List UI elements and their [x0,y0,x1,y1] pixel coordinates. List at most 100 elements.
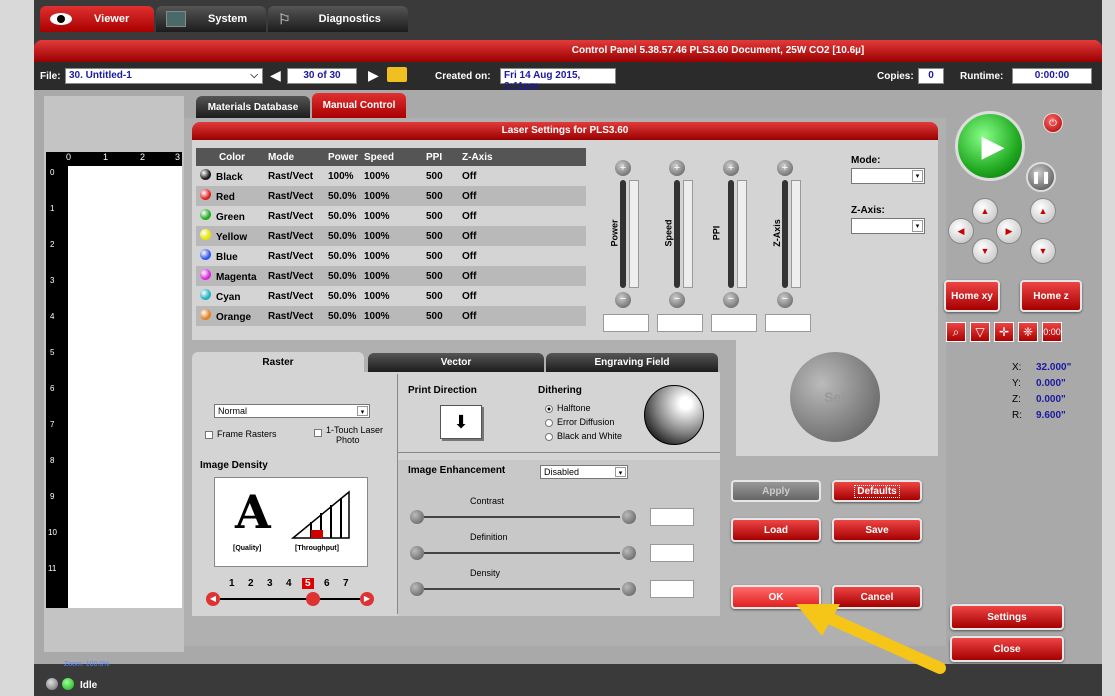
slider-max-knob[interactable] [622,582,636,596]
vertical-slider-track[interactable] [620,180,626,288]
set-button[interactable]: Set [790,352,880,442]
density-number[interactable]: 7 [340,578,352,589]
settings-button[interactable]: Settings [950,604,1064,630]
density-number[interactable]: 5 [302,578,314,589]
density-number[interactable]: 3 [264,578,276,589]
density-number[interactable]: 2 [245,578,257,589]
table-row[interactable]: Magenta Rast/Vect 50.0% 100% 500 Off [196,266,586,286]
enhancement-value-box[interactable] [650,508,694,526]
tab-viewer[interactable]: Viewer [40,6,154,32]
tab-vector[interactable]: Vector [368,353,544,372]
minus-icon[interactable]: − [723,292,739,308]
slider-value-box[interactable] [657,314,703,332]
zaxis-select[interactable]: ▾ [851,218,925,234]
enhancement-slider-track[interactable] [424,552,620,554]
table-row[interactable]: Cyan Rast/Vect 50.0% 100% 500 Off [196,286,586,306]
enhancement-value-box[interactable] [650,544,694,562]
tab-manual-control[interactable]: Manual Control [312,93,406,118]
open-folder-icon[interactable] [387,67,407,82]
density-number[interactable]: 4 [283,578,295,589]
slider-value-box[interactable] [603,314,649,332]
enhancement-slider-track[interactable] [424,516,620,518]
vertical-slider-track[interactable] [674,180,680,288]
move-icon[interactable]: ✛ [994,322,1014,342]
right-arrow-icon[interactable]: ▶ [360,592,374,606]
color-swatch-icon [200,229,211,240]
slider-min-knob[interactable] [410,582,424,596]
load-button[interactable]: Load [731,518,821,542]
slider-max-knob[interactable] [622,510,636,524]
table-row[interactable]: Red Rast/Vect 50.0% 100% 500 Off [196,186,586,206]
plus-icon[interactable]: + [615,160,631,176]
power-button[interactable]: ⏻ [1043,113,1063,133]
pattern-icon[interactable]: ❈ [1018,322,1038,342]
play-button[interactable]: ▶ [955,111,1025,181]
enhancement-select[interactable]: Disabled ▾ [540,465,628,479]
table-row[interactable]: Green Rast/Vect 50.0% 100% 500 Off [196,206,586,226]
nav-left-button[interactable]: ◀ [948,218,974,244]
tab-raster[interactable]: Raster [192,352,364,372]
density-number[interactable]: 6 [321,578,333,589]
shield-icon[interactable]: ▽ [970,322,990,342]
copies-field[interactable]: 0 [918,68,944,84]
density-number[interactable]: 1 [226,578,238,589]
next-page-icon[interactable]: ▶ [368,67,379,84]
apply-button[interactable]: Apply [731,480,821,502]
table-cell-z: Off [462,170,477,182]
prev-page-icon[interactable]: ◀ [270,67,281,84]
slider-max-knob[interactable] [622,546,636,560]
dither-option-bw[interactable]: Black and White [545,431,622,441]
tab-materials-database[interactable]: Materials Database [196,96,310,118]
z-up-button[interactable]: ▲ [1030,198,1056,224]
slider-value-box[interactable] [711,314,757,332]
plus-icon[interactable]: + [777,160,793,176]
minus-icon[interactable]: − [777,292,793,308]
plus-icon[interactable]: + [669,160,685,176]
tab-engraving-field[interactable]: Engraving Field [546,353,718,372]
close-button[interactable]: Close [950,636,1064,662]
home-xy-button[interactable]: Home xy [944,280,1000,312]
print-canvas[interactable] [68,166,182,608]
dither-option-halftone[interactable]: Halftone [545,403,591,413]
enhancement-value-box[interactable] [650,580,694,598]
tab-diagnostics[interactable]: ⚐ Diagnostics [268,6,408,32]
defaults-button[interactable]: Defaults [832,480,922,502]
raster-mode-select[interactable]: Normal ▾ [214,404,370,418]
table-row[interactable]: Black Rast/Vect 100% 100% 500 Off [196,166,586,186]
nav-down-button[interactable]: ▼ [972,238,998,264]
slider-min-knob[interactable] [410,546,424,560]
color-swatch-icon [200,289,211,300]
frame-rasters-checkbox[interactable]: Frame Rasters [205,429,277,439]
left-arrow-icon[interactable]: ◀ [206,592,220,606]
nav-right-button[interactable]: ▶ [996,218,1022,244]
minus-icon[interactable]: − [615,292,631,308]
plus-icon[interactable]: + [723,160,739,176]
tab-system[interactable]: System [156,6,266,32]
slider-value-box[interactable] [765,314,811,332]
enhancement-slider-track[interactable] [424,588,620,590]
zoom-icon[interactable]: ⌕ [946,322,966,342]
table-row[interactable]: Blue Rast/Vect 50.0% 100% 500 Off [196,246,586,266]
nav-up-button[interactable]: ▲ [972,198,998,224]
save-button[interactable]: Save [832,518,922,542]
slider-thumb[interactable] [306,592,320,606]
pause-button[interactable]: ❚❚ [1026,162,1056,192]
ruler-vtick: 3 [50,276,55,285]
dither-option-error[interactable]: Error Diffusion [545,417,614,427]
home-z-button[interactable]: Home z [1020,280,1082,312]
vertical-slider-track[interactable] [782,180,788,288]
print-direction-button[interactable]: ⬇ [440,405,482,439]
table-row[interactable]: Orange Rast/Vect 50.0% 100% 500 Off [196,306,586,326]
counter-icon[interactable]: 0:00 [1042,322,1062,342]
minus-icon[interactable]: − [669,292,685,308]
slider-min-knob[interactable] [410,510,424,524]
one-touch-checkbox[interactable]: 1-Touch Laser Photo [314,425,383,445]
mode-select[interactable]: ▾ [851,168,925,184]
table-cell-speed: 100% [364,310,390,322]
z-down-button[interactable]: ▼ [1030,238,1056,264]
vertical-slider-track[interactable] [728,180,734,288]
density-slider[interactable]: ◀ ▶ [206,591,374,607]
file-select[interactable]: 30. Untitled-1 ⌵ [65,68,263,84]
page-field[interactable]: 30 of 30 [287,68,357,84]
table-row[interactable]: Yellow Rast/Vect 50.0% 100% 500 Off [196,226,586,246]
